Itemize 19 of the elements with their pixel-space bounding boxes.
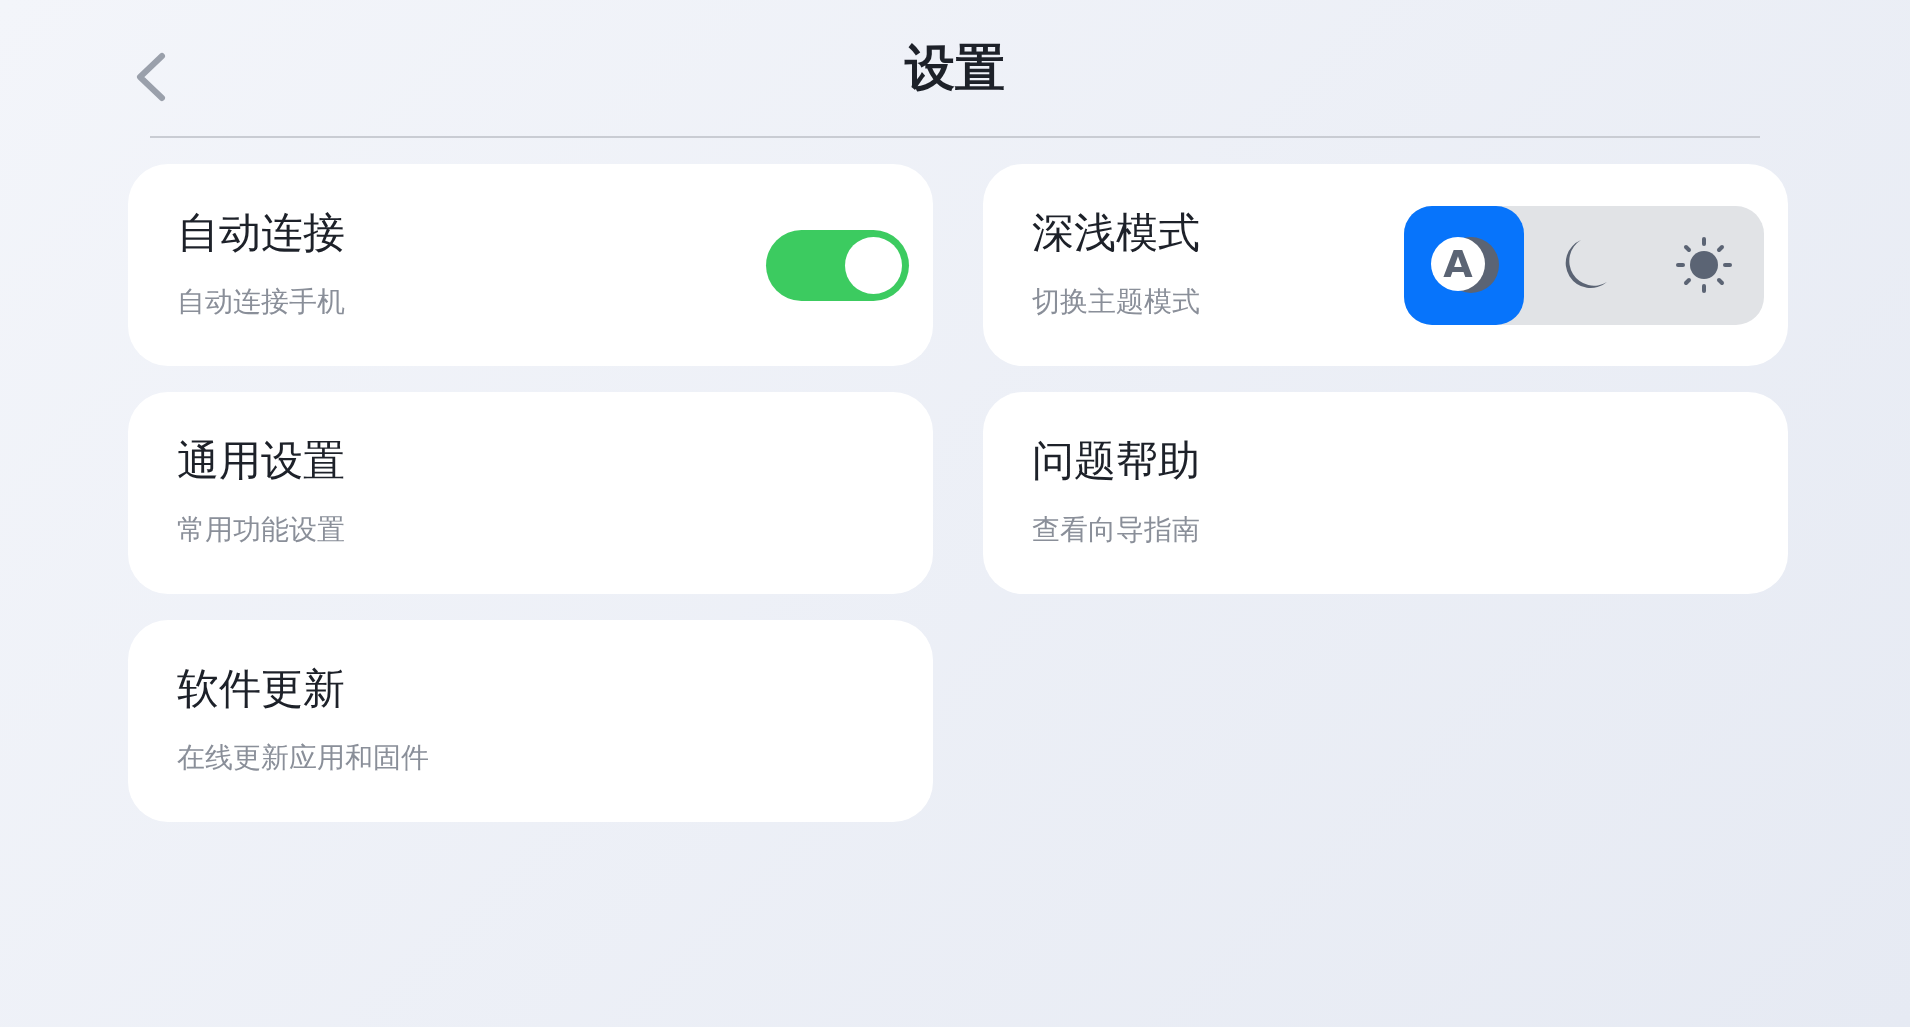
page-title: 设置 [905,37,1005,99]
card-subtitle: 自动连接手机 [177,284,345,320]
settings-card[interactable]: 自动连接 自动连接手机 [128,164,933,366]
card-title: 软件更新 [177,663,346,715]
card-title: 自动连接 [177,207,345,259]
card-subtitle: 在线更新应用和固件 [177,740,429,776]
card-title: 问题帮助 [1032,435,1200,487]
card-title: 深浅模式 [1032,207,1200,259]
settings-card[interactable]: 通用设置 常用功能设置 [128,392,933,594]
settings-card[interactable]: 深浅模式 切换主题模式 A [983,164,1788,366]
settings-card[interactable]: 问题帮助 查看向导指南 [983,392,1788,594]
theme-option[interactable]: A [1404,205,1524,325]
settings-card[interactable]: 软件更新 在线更新应用和固件 [128,620,933,822]
sun-icon [1676,237,1732,293]
card-subtitle: 常用功能设置 [177,512,345,548]
card-subtitle: 查看向导指南 [1032,512,1200,548]
card-title: 通用设置 [177,435,345,487]
back-icon[interactable] [134,50,168,104]
card-subtitle: 切换主题模式 [1032,284,1200,320]
